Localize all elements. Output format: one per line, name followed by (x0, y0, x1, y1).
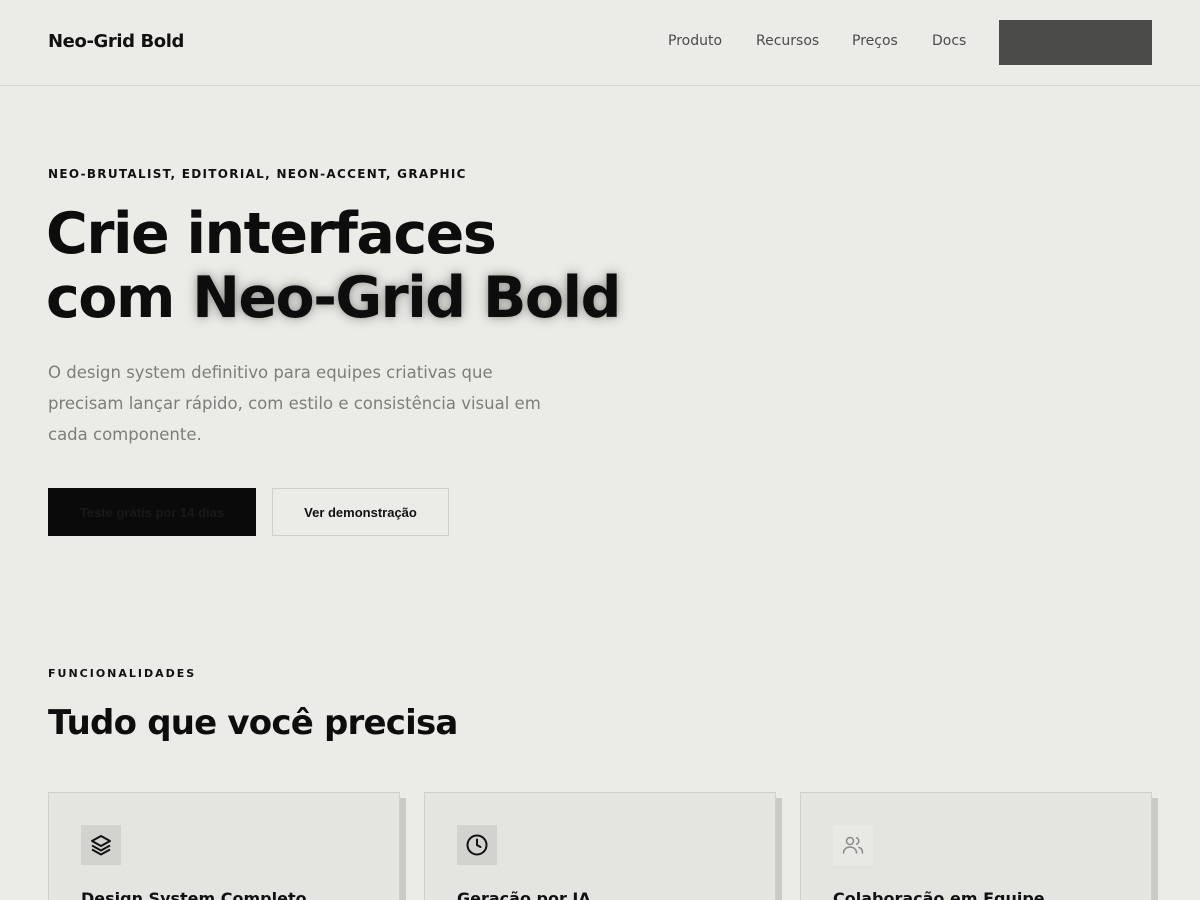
hero-eyebrow: NEO-BRUTALIST, EDITORIAL, NEON-ACCENT, G… (48, 167, 467, 181)
main-nav: Produto Recursos Preços Docs (668, 33, 972, 49)
hero-subtitle: O design system definitivo para equipes … (48, 363, 541, 444)
hero-title-highlight: Neo-Grid Bold (192, 265, 621, 331)
feature-card-title: Colaboração em Equipe (833, 889, 1045, 900)
users-icon (833, 825, 873, 865)
start-trial-button[interactable]: Teste grátis por 14 dias (48, 488, 256, 536)
site-header: Neo-Grid Bold Produto Recursos Preços Do… (0, 0, 1200, 86)
feature-card-team-collaboration[interactable]: Colaboração em Equipe (800, 792, 1152, 900)
hero-title-line1: Crie interfaces (46, 201, 497, 267)
layers-icon (81, 825, 121, 865)
header-cta-button[interactable] (999, 20, 1152, 65)
clock-icon (457, 825, 497, 865)
feature-card-ai-generation[interactable]: Geração por IA (424, 792, 776, 900)
features-eyebrow: FUNCIONALIDADES (48, 667, 197, 680)
nav-item-produto[interactable]: Produto (668, 33, 756, 49)
feature-card-title: Geração por IA (457, 889, 591, 900)
feature-card-design-system[interactable]: Design System Completo (48, 792, 400, 900)
hero-title-line2-prefix: com (46, 265, 193, 331)
nav-item-docs[interactable]: Docs (932, 33, 972, 49)
view-demo-button[interactable]: Ver demonstração (272, 488, 449, 536)
brand-logo[interactable]: Neo-Grid Bold (48, 31, 184, 52)
feature-card-title: Design System Completo (81, 889, 307, 900)
features-title: Tudo que você precisa (48, 703, 458, 743)
hero-title: Crie interfaces com Neo-Grid Bold (46, 201, 621, 331)
nav-item-precos[interactable]: Preços (852, 33, 932, 49)
nav-item-recursos[interactable]: Recursos (756, 33, 852, 49)
